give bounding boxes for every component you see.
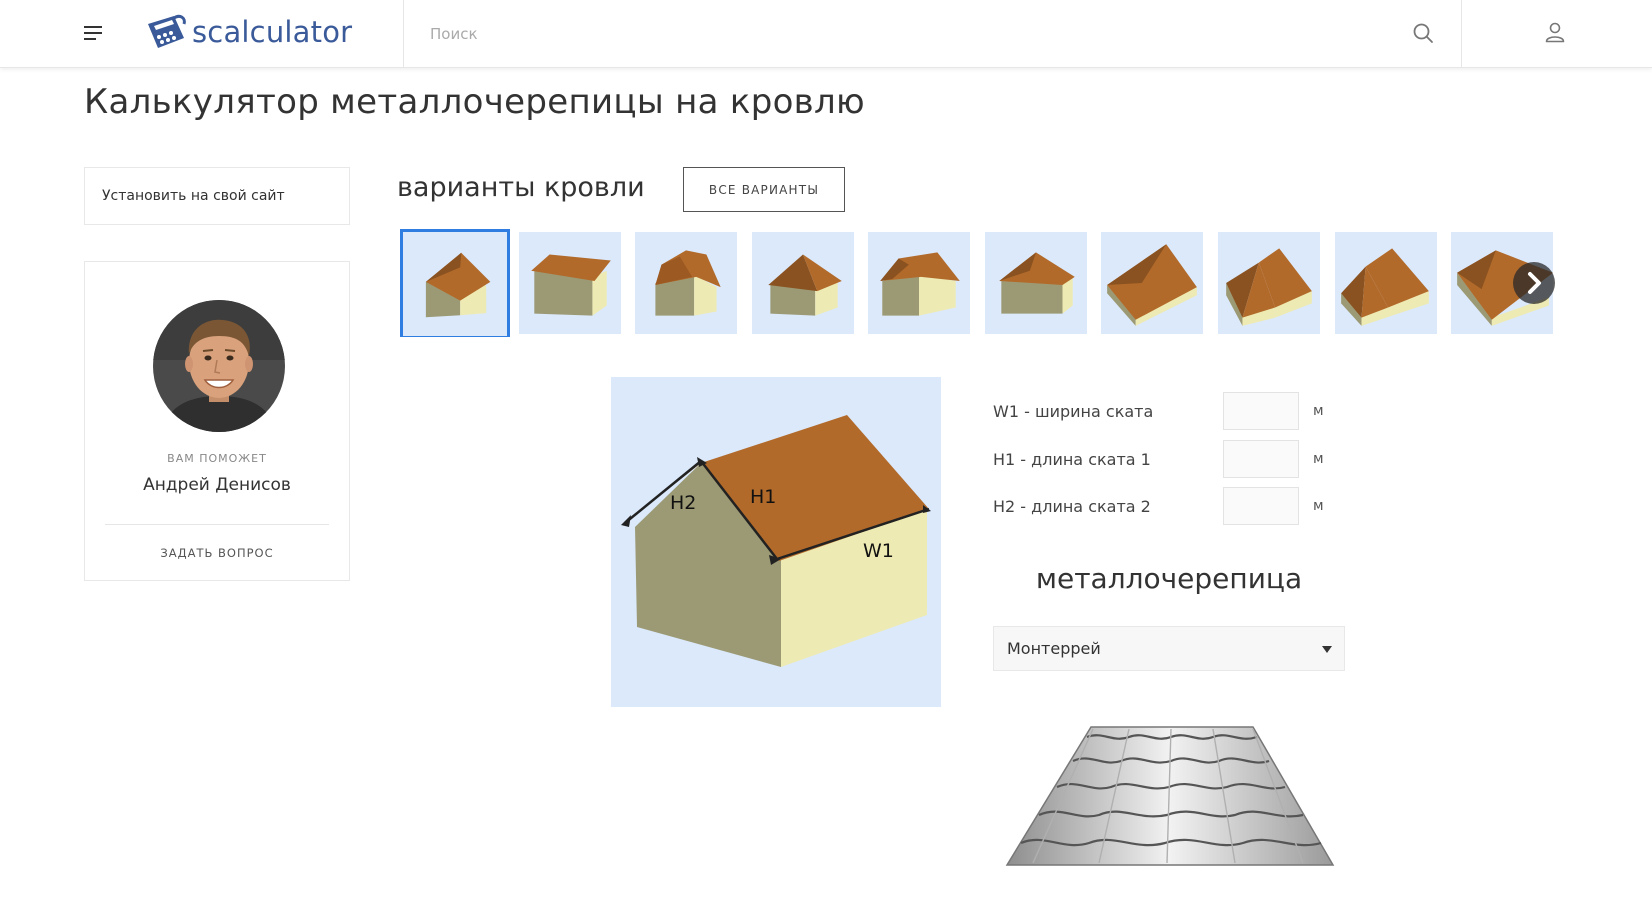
unit-label: м (1313, 451, 1324, 467)
roof-variant-thumb[interactable] (400, 229, 510, 337)
unit-label: м (1313, 498, 1324, 514)
header-divider (1461, 0, 1462, 67)
form-row: H2 - длина ската 2 м (993, 487, 1353, 527)
user-icon[interactable] (1543, 20, 1567, 44)
roof-variant-thumb[interactable] (985, 232, 1087, 334)
top-header: scalculator (0, 0, 1652, 68)
search-input[interactable] (428, 18, 1392, 50)
install-widget-link[interactable]: Установить на свой сайт (84, 167, 350, 225)
field-label: H2 - длина ската 2 (993, 497, 1151, 516)
ask-question-link[interactable]: ЗАДАТЬ ВОПРОС (85, 546, 349, 560)
h1-input[interactable] (1223, 440, 1299, 478)
material-select[interactable]: Монтеррей (993, 626, 1345, 671)
calculator-logo-icon (148, 14, 186, 48)
diagram-label: H2 (670, 492, 696, 514)
all-variants-button[interactable]: ВСЕ ВАРИАНТЫ (683, 167, 845, 212)
variants-title: варианты кровли (397, 172, 645, 203)
page-title: Калькулятор металлочерепицы на кровлю (84, 82, 865, 122)
roof-variant-thumb[interactable] (1101, 232, 1203, 334)
roof-variant-thumb[interactable] (1335, 232, 1437, 334)
roof-variants-carousel (400, 229, 1568, 337)
menu-icon[interactable] (84, 26, 102, 40)
diagram-label: H1 (750, 486, 776, 508)
w1-input[interactable] (1223, 392, 1299, 430)
select-value: Монтеррей (1007, 639, 1101, 658)
h2-input[interactable] (1223, 487, 1299, 525)
material-title: металлочерепица (1035, 562, 1303, 595)
roof-diagram: H2 H1 W1 (611, 377, 941, 707)
form-row: W1 - ширина ската м (993, 392, 1353, 432)
helper-name: Андрей Денисов (143, 475, 291, 495)
roof-variant-thumb[interactable] (519, 232, 621, 334)
field-label: W1 - ширина ската (993, 402, 1154, 421)
helper-card: ВАМ ПОМОЖЕТ Андрей Денисов ЗАДАТЬ ВОПРОС (84, 261, 350, 581)
logo[interactable]: scalculator (144, 12, 352, 52)
roof-variant-thumb[interactable] (635, 232, 737, 334)
avatar (153, 300, 285, 432)
helper-caption: ВАМ ПОМОЖЕТ (167, 452, 267, 465)
carousel-next-button[interactable] (1513, 262, 1555, 304)
header-divider (403, 0, 404, 67)
divider (105, 524, 329, 525)
field-label: H1 - длина ската 1 (993, 450, 1151, 469)
roof-variant-thumb[interactable] (752, 232, 854, 334)
search-icon[interactable] (1412, 22, 1434, 44)
roof-variant-thumb[interactable] (868, 232, 970, 334)
logo-text: scalculator (192, 15, 353, 49)
roof-variant-thumb[interactable] (1218, 232, 1320, 334)
chevron-right-icon (1528, 272, 1541, 294)
unit-label: м (1313, 403, 1324, 419)
caret-down-icon (1322, 646, 1332, 653)
diagram-label: W1 (863, 540, 894, 562)
form-row: H1 - длина ската 1 м (993, 440, 1353, 480)
metal-tile-image (1003, 723, 1339, 873)
